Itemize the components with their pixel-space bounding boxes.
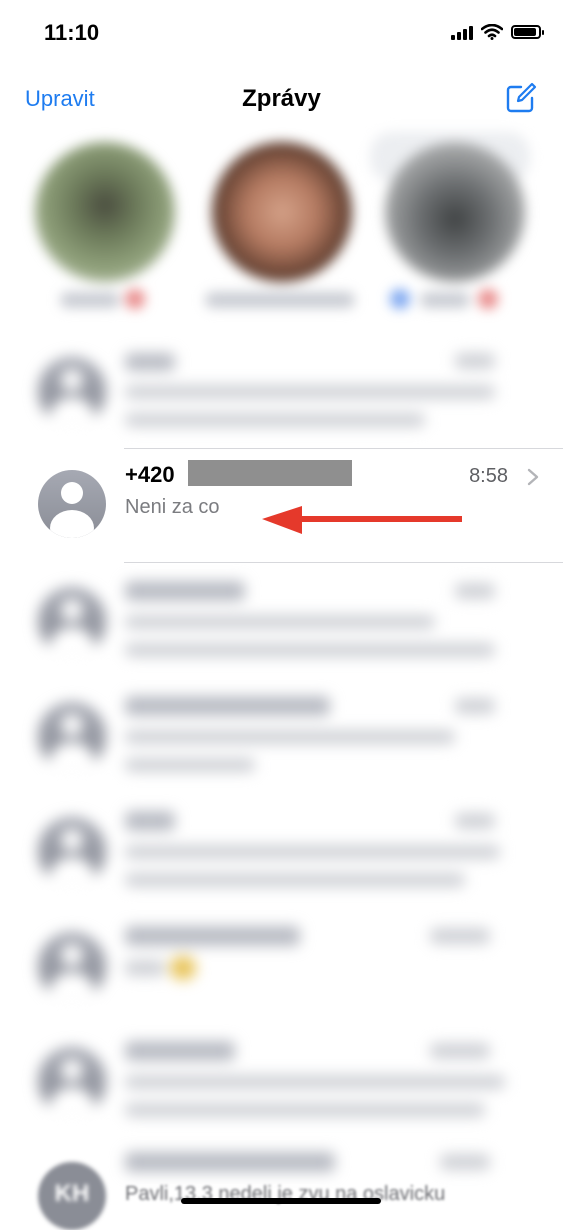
pinned-name [420, 292, 470, 308]
pinned-name [205, 292, 355, 308]
compose-icon[interactable] [505, 82, 537, 114]
divider [124, 448, 563, 449]
list-item[interactable] [0, 565, 563, 677]
contact-avatar [38, 1047, 106, 1115]
contact-avatar[interactable] [38, 470, 106, 538]
wifi-icon [481, 24, 503, 40]
contact-avatar [38, 932, 106, 1000]
list-item[interactable]: KH [0, 1140, 563, 1230]
navigation-bar: Upravit Zprávy [0, 70, 563, 130]
contact-avatar: KH [38, 1162, 106, 1230]
conversation-row[interactable]: +420 8:58 Neni za co [0, 450, 563, 562]
contact-avatar [38, 587, 106, 655]
status-time: 11:10 [44, 20, 100, 45]
contact-avatar [38, 817, 106, 885]
pinned-avatar[interactable] [212, 142, 352, 282]
edit-button[interactable]: Upravit [25, 86, 95, 112]
status-icons [451, 24, 544, 40]
red-arrow-annotation [262, 506, 462, 534]
battery-icon [511, 25, 544, 39]
signal-icon [451, 24, 473, 40]
avatar-initials: KH [54, 1180, 90, 1207]
chevron-right-icon [527, 468, 539, 486]
unread-badge [390, 289, 410, 309]
list-item[interactable] [0, 335, 563, 447]
message-preview: Neni za co [125, 496, 220, 518]
contact-avatar [38, 702, 106, 770]
list-item[interactable] [0, 1025, 563, 1137]
divider [124, 562, 563, 563]
list-item[interactable] [0, 680, 563, 792]
pinned-avatar[interactable] [35, 142, 175, 282]
unread-badge [478, 289, 498, 309]
pinned-avatar[interactable] [385, 142, 525, 282]
pinned-name [60, 292, 120, 308]
pinned-conversations [0, 132, 563, 332]
list-item[interactable] [0, 910, 563, 1022]
unread-badge [125, 289, 145, 309]
message-time: 8:58 [469, 465, 508, 487]
status-bar: 11:10 [0, 0, 563, 70]
list-item[interactable] [0, 795, 563, 907]
contact-avatar [38, 357, 106, 425]
home-indicator[interactable] [181, 1198, 381, 1204]
redacted-number [188, 460, 352, 486]
contact-name: +420 [125, 462, 175, 487]
